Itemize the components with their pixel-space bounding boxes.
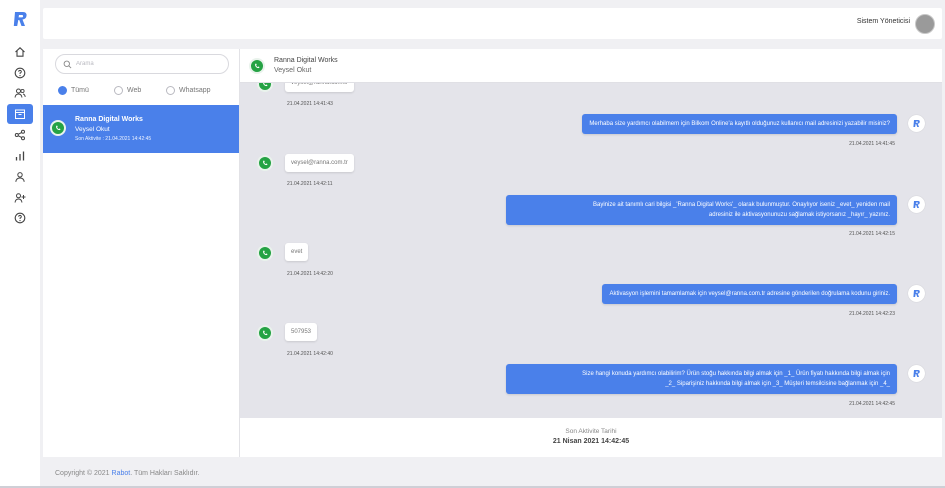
message-timestamp: 21.04.2021 14:42:15 <box>849 231 895 237</box>
filter-whatsapp-label: Whatsapp <box>179 87 211 94</box>
copyright-suffix: . Tüm Hakları Saklıdır. <box>130 470 200 477</box>
share-icon <box>14 129 25 141</box>
bot-avatar <box>908 285 925 302</box>
chart-icon <box>15 151 25 161</box>
message-bubble-outgoing: Size hangi konuda yardımcı olabilirim? Ü… <box>506 364 897 394</box>
contact-person: Veysel Okut <box>75 126 110 133</box>
rabot-logo[interactable] <box>11 10 29 28</box>
copyright-prefix: Copyright © 2021 <box>55 470 110 477</box>
message-text-line: Size hangi konuda yardımcı olabilirim? Ü… <box>582 371 890 377</box>
message-text-line: _2_ Siparişiniz hakkında bilgi almak içi… <box>665 381 890 387</box>
nav-support[interactable] <box>7 208 33 228</box>
filter-web-label: Web <box>127 87 142 94</box>
message-timestamp: 21.04.2021 14:42:20 <box>287 271 333 277</box>
rabot-logo-icon <box>913 201 920 208</box>
nav-share[interactable] <box>7 125 33 145</box>
message-bubble-incoming: veysel@ranna.com.tr <box>285 83 354 92</box>
copyright: Copyright © 2021 Rabot. Tüm Hakları Sakl… <box>55 470 199 477</box>
contacts-panel: Tümü Web Whatsapp Ranna Digital Works Ve… <box>43 49 240 457</box>
search-icon <box>63 60 72 69</box>
whatsapp-icon <box>257 245 273 261</box>
message-timestamp: 21.04.2021 14:41:45 <box>849 141 895 147</box>
message-bubble-incoming: evet <box>285 243 309 261</box>
question-icon <box>14 212 26 224</box>
nav-help[interactable] <box>7 63 33 83</box>
contact-last-activity: Son Aktivite : 21.04.2021 14:42:45 <box>75 136 152 142</box>
chat-footer: Son Aktivite Tarihi 21 Nisan 2021 14:42:… <box>240 418 942 457</box>
rabot-logo-icon <box>913 370 920 377</box>
search-box[interactable] <box>55 54 229 74</box>
top-header: Sistem Yöneticisi <box>43 8 942 39</box>
contact-item-selected[interactable]: Ranna Digital Works Veysel Okut Son Akti… <box>43 105 239 153</box>
message-list[interactable]: veysel@ranna.com.tr 21.04.2021 14:41:43 … <box>240 83 942 418</box>
filter-all[interactable]: Tümü <box>58 86 89 95</box>
filter-whatsapp-radio[interactable] <box>166 86 175 95</box>
whatsapp-icon <box>50 120 66 136</box>
filter-web[interactable]: Web <box>114 86 141 95</box>
help-icon <box>14 67 26 79</box>
users-icon <box>14 88 26 98</box>
message-bubble-outgoing: Bayinize ait tanımlı cari bilgisi _'Rann… <box>506 195 897 225</box>
nav-inbox[interactable] <box>7 104 33 124</box>
rabot-logo-icon <box>913 120 920 127</box>
filter-all-radio[interactable] <box>58 86 67 95</box>
nav-reports[interactable] <box>7 146 33 166</box>
message-bubble-outgoing: Aktivasyon işlemini tamamlamak için veys… <box>602 284 897 304</box>
whatsapp-icon <box>257 155 273 171</box>
message-text-line: adresiniz ile aktivasyonunuzu sağlamak i… <box>708 212 890 218</box>
last-activity-label: Son Aktivite Tarihi <box>565 428 617 435</box>
search-input[interactable] <box>76 58 216 70</box>
message-bubble-incoming: 507953 <box>285 323 318 341</box>
nav-home[interactable] <box>7 42 33 62</box>
last-activity-value: 21 Nisan 2021 14:42:45 <box>552 438 630 445</box>
whatsapp-icon <box>257 325 273 341</box>
rabot-logo-icon <box>913 290 920 297</box>
message-bubble-incoming: veysel@ranna.com.tr <box>285 154 354 172</box>
user-name[interactable]: Sistem Yöneticisi <box>857 18 910 25</box>
chat-header: Ranna Digital Works Veysel Okut <box>240 49 942 83</box>
filter-whatsapp[interactable]: Whatsapp <box>166 86 211 95</box>
chat-contact-person: Veysel Okut <box>274 67 312 74</box>
user-add-icon <box>14 193 26 203</box>
bot-avatar <box>908 365 925 382</box>
inbox-icon <box>15 109 25 119</box>
message-timestamp: 21.04.2021 14:42:45 <box>849 401 895 407</box>
filter-all-label: Tümü <box>71 87 89 94</box>
whatsapp-icon <box>249 58 265 74</box>
message-bubble-outgoing: Merhaba size yardımcı olabilmem için Bil… <box>582 114 897 134</box>
chat-contact-name: Ranna Digital Works <box>274 57 338 64</box>
user-avatar[interactable] <box>915 14 935 34</box>
message-timestamp: 21.04.2021 14:42:40 <box>287 351 333 357</box>
nav-add-user[interactable] <box>7 188 33 208</box>
message-text-line: Bayinize ait tanımlı cari bilgisi _'Rann… <box>593 202 890 208</box>
bot-avatar <box>908 196 925 213</box>
chat-panel: Ranna Digital Works Veysel Okut veysel@r… <box>240 49 942 457</box>
contact-name: Ranna Digital Works <box>75 116 143 123</box>
nav-profile[interactable] <box>7 167 33 187</box>
message-timestamp: 21.04.2021 14:42:23 <box>849 311 895 317</box>
user-icon <box>15 172 25 182</box>
home-icon <box>15 47 25 57</box>
brand-link[interactable]: Rabot <box>112 470 131 477</box>
sidebar <box>0 0 40 488</box>
message-timestamp: 21.04.2021 14:42:11 <box>287 181 333 187</box>
whatsapp-icon <box>257 83 273 92</box>
nav-users[interactable] <box>7 83 33 103</box>
message-timestamp: 21.04.2021 14:41:43 <box>287 101 333 107</box>
filter-web-radio[interactable] <box>114 86 123 95</box>
bot-avatar <box>908 115 925 132</box>
